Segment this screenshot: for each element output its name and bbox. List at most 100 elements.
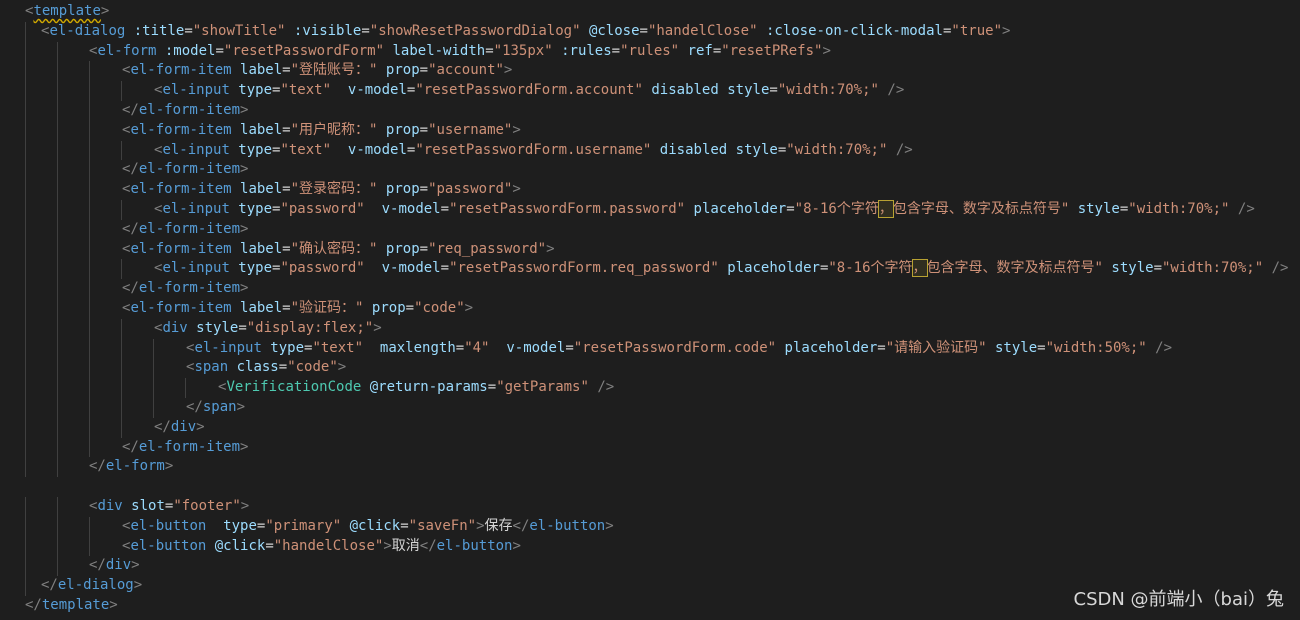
code-token: </ xyxy=(419,537,437,554)
indent-guide xyxy=(121,378,122,398)
code-token: = xyxy=(282,121,291,138)
code-token: "display:flex;" xyxy=(246,319,374,336)
code-token: class xyxy=(236,359,279,376)
code-line[interactable]: <el-form :model="resetPasswordForm" labe… xyxy=(0,41,1300,62)
code-token: "resetPasswordForm" xyxy=(223,42,385,59)
code-token: 包含字母、数字及标点符号" xyxy=(926,260,1103,277)
indent-guide xyxy=(153,397,154,418)
indent-guide xyxy=(25,100,26,121)
code-token: "password" xyxy=(280,260,365,277)
indent-guide xyxy=(25,160,26,181)
indent-guide xyxy=(121,358,122,379)
code-token: el-input xyxy=(194,339,271,356)
code-token: span xyxy=(202,398,237,415)
code-token: :title xyxy=(133,22,185,39)
code-line[interactable]: <el-form-item label="登陆账号：" prop="accoun… xyxy=(0,61,1300,82)
code-area[interactable]: <template> <el-dialog :title="showTitle" … xyxy=(0,2,1300,616)
code-line[interactable]: </el-form-item> xyxy=(0,100,1300,121)
code-token: prop xyxy=(385,240,420,257)
code-token: type xyxy=(270,339,305,356)
code-token: style xyxy=(735,141,778,158)
code-editor[interactable]: <template> <el-dialog :title="showTitle" … xyxy=(0,0,1300,620)
code-line[interactable]: <el-input type="text" maxlength="4" v-mo… xyxy=(0,338,1300,359)
code-line[interactable]: <el-form-item label="用户昵称：" prop="userna… xyxy=(0,120,1300,141)
code-token: style xyxy=(196,319,239,336)
code-line[interactable]: </el-form-item> xyxy=(0,279,1300,299)
code-token: VerificationCode xyxy=(226,379,370,396)
code-line-content: <el-button @click="handelClose">取消</el-b… xyxy=(122,537,521,557)
code-token: :close-on-click-modal xyxy=(765,22,943,39)
code-line[interactable]: </div> xyxy=(0,556,1300,577)
code-token: = xyxy=(1153,260,1162,277)
code-line[interactable]: <div slot="footer"> xyxy=(0,496,1300,517)
code-line[interactable]: <div style="display:flex;"> xyxy=(0,318,1300,339)
code-line[interactable]: </el-form-item> xyxy=(0,160,1300,181)
code-token: </ xyxy=(25,596,42,613)
indent-guide xyxy=(25,437,26,458)
indent-guide xyxy=(57,81,58,101)
code-line[interactable]: <el-form-item label="验证码：" prop="code"> xyxy=(0,298,1300,319)
code-line[interactable]: <el-input type="text" v-model="resetPass… xyxy=(0,140,1300,161)
code-token: "resetPasswordForm.password" xyxy=(449,200,686,217)
code-line[interactable]: <span class="code"> xyxy=(0,358,1300,379)
code-token: v-model xyxy=(347,82,407,99)
code-line[interactable]: </el-form-item> xyxy=(0,219,1300,240)
code-token: = xyxy=(215,42,224,59)
indent-guide xyxy=(89,358,90,379)
code-token: "width:70%;" xyxy=(786,141,888,158)
code-token: /> xyxy=(895,141,913,158)
indent-guide xyxy=(25,199,26,220)
code-token: type xyxy=(238,82,273,99)
code-token: "用户昵称：" xyxy=(290,121,378,138)
code-token: :rules xyxy=(561,42,612,59)
code-token: = xyxy=(419,121,429,138)
code-line[interactable]: <template> xyxy=(0,2,1300,22)
code-token: :model xyxy=(164,42,216,59)
indent-guide xyxy=(89,239,90,260)
code-line[interactable]: </span> xyxy=(0,397,1300,418)
code-line-content: <el-input type="text" maxlength="4" v-mo… xyxy=(186,339,1172,359)
code-token: ， xyxy=(911,259,928,278)
code-token: el-form xyxy=(105,458,165,475)
code-line[interactable]: <el-button type="primary" @click="saveFn… xyxy=(0,516,1300,537)
indent-guide xyxy=(57,358,58,379)
code-line[interactable] xyxy=(0,477,1300,497)
code-token: </ xyxy=(186,398,203,415)
code-line[interactable]: <el-button @click="handelClose">取消</el-b… xyxy=(0,536,1300,557)
code-line-content: <el-form-item label="登陆账号：" prop="accoun… xyxy=(122,61,512,81)
indent-guide xyxy=(25,417,26,438)
code-token: </ xyxy=(122,161,139,178)
code-token: @click xyxy=(214,537,266,554)
code-token: style xyxy=(1077,200,1120,217)
code-line[interactable]: </el-form> xyxy=(0,457,1300,478)
code-token: = xyxy=(282,299,291,316)
code-line[interactable]: <el-dialog :title="showTitle" :visible="… xyxy=(0,21,1300,42)
indent-guide xyxy=(121,318,122,339)
indent-guide xyxy=(57,259,58,280)
code-line[interactable]: <el-input type="password" v-model="reset… xyxy=(0,259,1300,280)
indent-guide xyxy=(89,160,90,181)
code-line[interactable]: <el-form-item label="登录密码：" prop="passwo… xyxy=(0,180,1300,200)
code-line[interactable]: <VerificationCode @return-params="getPar… xyxy=(0,378,1300,398)
code-line[interactable]: <el-form-item label="确认密码：" prop="req_pa… xyxy=(0,239,1300,260)
code-line[interactable]: </el-form-item> xyxy=(0,437,1300,458)
indent-guide xyxy=(89,338,90,359)
code-line[interactable]: <el-input type="text" v-model="resetPass… xyxy=(0,81,1300,101)
indent-guide xyxy=(89,378,90,398)
indent-guide xyxy=(25,516,26,537)
code-line[interactable]: </div> xyxy=(0,417,1300,438)
indent-guide xyxy=(121,417,122,438)
code-line[interactable]: <el-input type="password" v-model="reset… xyxy=(0,199,1300,220)
indent-guide xyxy=(25,397,26,418)
code-token: = xyxy=(1037,339,1046,356)
code-token: </ xyxy=(122,101,139,118)
indent-guide xyxy=(25,239,26,260)
